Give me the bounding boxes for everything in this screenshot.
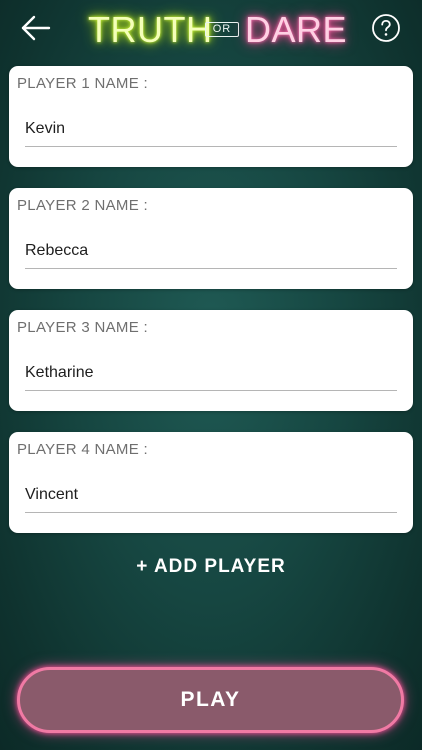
player-4-card: PLAYER 4 NAME : — [9, 432, 413, 533]
player-4-label: PLAYER 4 NAME : — [17, 441, 148, 458]
player-3-label: PLAYER 3 NAME : — [17, 319, 148, 336]
back-button[interactable] — [16, 10, 52, 46]
logo-truth-text: TRUTH — [88, 9, 213, 50]
player-1-card: PLAYER 1 NAME : — [9, 66, 413, 167]
app-logo: TRUTH OR DARE — [88, 8, 347, 52]
play-button[interactable]: PLAY — [17, 667, 404, 733]
logo-dare-text: DARE — [245, 9, 348, 50]
arrow-left-icon — [21, 15, 51, 41]
top-bar: TRUTH OR DARE — [0, 0, 422, 60]
player-3-card: PLAYER 3 NAME : — [9, 310, 413, 411]
player-1-name-input[interactable] — [25, 112, 397, 147]
player-2-label: PLAYER 2 NAME : — [17, 197, 148, 214]
question-circle-icon — [372, 14, 400, 42]
player-2-name-input[interactable] — [25, 234, 397, 269]
add-player-button[interactable]: + ADD PLAYER — [0, 556, 422, 578]
player-1-label: PLAYER 1 NAME : — [17, 75, 148, 92]
help-button[interactable] — [371, 13, 401, 43]
player-4-name-input[interactable] — [25, 478, 397, 513]
logo-or-text: OR — [205, 22, 239, 37]
player-2-card: PLAYER 2 NAME : — [9, 188, 413, 289]
player-3-name-input[interactable] — [25, 356, 397, 391]
